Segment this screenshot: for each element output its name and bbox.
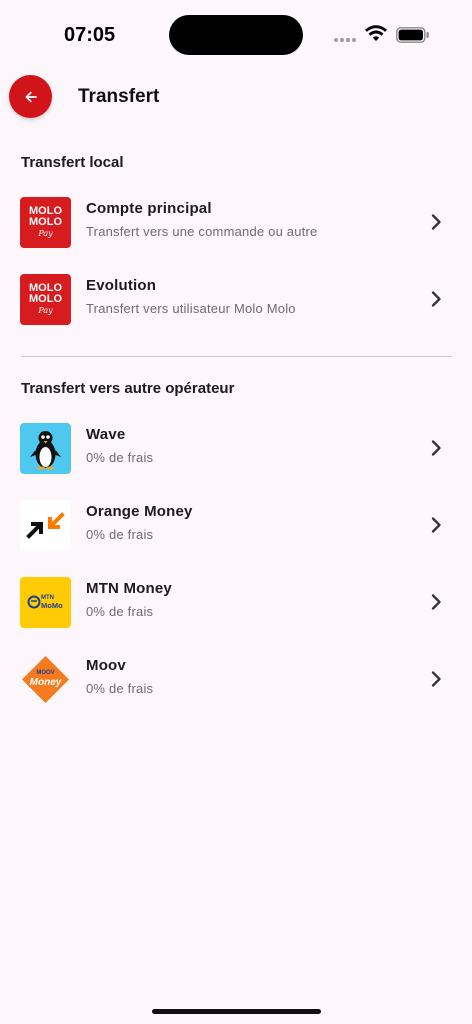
mtn-momo-logo: MTN MoMo: [20, 577, 71, 628]
molo-molo-pay-logo: MOLO MOLO Pay: [20, 197, 71, 248]
chevron-right-icon: [431, 214, 441, 230]
moov-money-logo: MOOV Money: [20, 654, 71, 705]
chevron-right-icon: [431, 671, 441, 687]
list-item-evolution[interactable]: MOLO MOLO Pay Evolution Transfert vers u…: [0, 266, 472, 332]
arrow-left-icon: [25, 91, 37, 102]
wave-logo: [20, 423, 71, 474]
list-item-mtn-money[interactable]: MTN MoMo MTN Money 0% de frais: [0, 569, 472, 635]
page-title: Transfert: [78, 86, 160, 107]
wifi-icon: [365, 25, 387, 41]
list-item-title: Evolution: [86, 277, 157, 294]
list-item-title: Compte principal: [86, 200, 212, 217]
signal-dots-icon: [334, 38, 356, 42]
section-title-local: Transfert local: [21, 154, 124, 171]
list-item-subtitle: Transfert vers une commande ou autre: [86, 224, 318, 239]
list-item-title: Orange Money: [86, 503, 193, 520]
chevron-right-icon: [431, 594, 441, 610]
orange-money-logo: [20, 500, 71, 551]
list-item-subtitle: 0% de frais: [86, 450, 154, 465]
chevron-right-icon: [431, 291, 441, 307]
list-item-title: Moov: [86, 657, 126, 674]
dynamic-island: [169, 15, 303, 55]
home-indicator[interactable]: [152, 1009, 321, 1014]
list-item-moov[interactable]: MOOV Money Moov 0% de frais: [0, 646, 472, 712]
list-item-subtitle: 0% de frais: [86, 604, 154, 619]
molo-molo-pay-logo: MOLO MOLO Pay: [20, 274, 71, 325]
back-button[interactable]: [9, 75, 52, 118]
list-item-subtitle: Transfert vers utilisateur Molo Molo: [86, 301, 296, 316]
section-divider: [21, 356, 452, 357]
section-title-other-operators: Transfert vers autre opérateur: [21, 380, 235, 397]
list-item-compte-principal[interactable]: MOLO MOLO Pay Compte principal Transfert…: [0, 189, 472, 255]
list-item-title: MTN Money: [86, 580, 172, 597]
battery-icon: [396, 27, 429, 43]
chevron-right-icon: [431, 440, 441, 456]
list-item-wave[interactable]: Wave 0% de frais: [0, 415, 472, 481]
list-item-orange-money[interactable]: Orange Money 0% de frais: [0, 492, 472, 558]
list-item-title: Wave: [86, 426, 126, 443]
status-bar: 07:05: [0, 0, 472, 60]
chevron-right-icon: [431, 517, 441, 533]
list-item-subtitle: 0% de frais: [86, 527, 154, 542]
app-bar: Transfert: [0, 75, 472, 121]
status-time: 07:05: [64, 24, 116, 46]
list-item-subtitle: 0% de frais: [86, 681, 154, 696]
